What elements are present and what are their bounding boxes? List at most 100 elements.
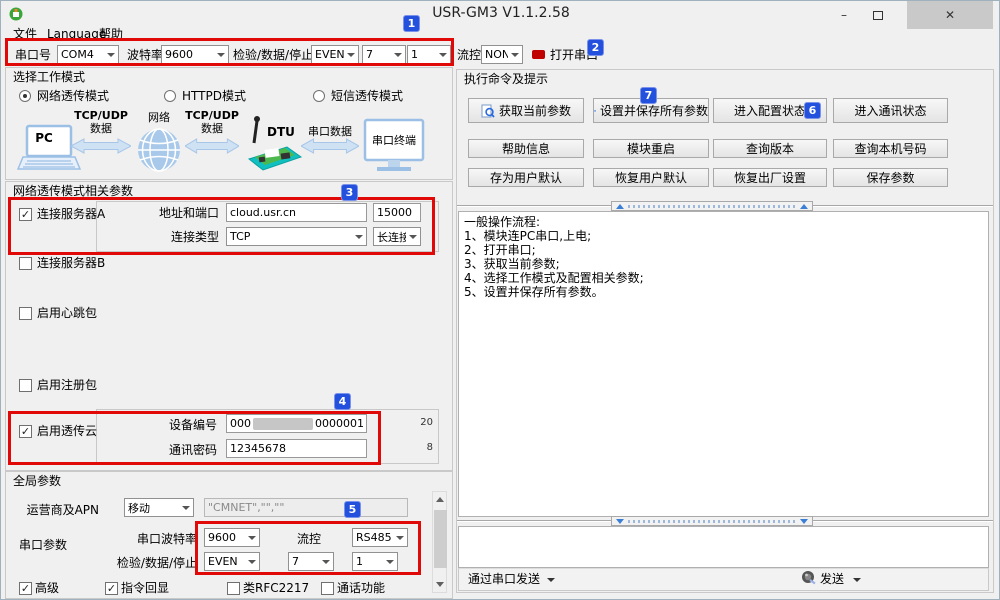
radio-httpd-mode[interactable] bbox=[164, 90, 176, 102]
baud-label: 波特率 bbox=[127, 47, 163, 63]
maximize-button[interactable] bbox=[863, 3, 893, 27]
redacted-block bbox=[253, 418, 313, 430]
conn-mode-select[interactable]: 长连接 bbox=[373, 227, 421, 246]
cloud-checkbox[interactable] bbox=[19, 425, 32, 438]
heartbeat-checkbox[interactable] bbox=[19, 307, 32, 320]
radio-net-transparent-label[interactable]: 网络透传模式 bbox=[37, 88, 109, 104]
floppy-save-icon bbox=[594, 104, 596, 118]
baud-select[interactable]: 9600 bbox=[161, 45, 229, 64]
parity-select[interactable]: EVEN bbox=[311, 45, 359, 64]
call-checkbox[interactable] bbox=[321, 582, 334, 595]
server-a-checkbox[interactable] bbox=[19, 208, 32, 221]
regpack-checkbox[interactable] bbox=[19, 379, 32, 392]
radio-net-transparent-mode[interactable] bbox=[19, 90, 31, 102]
menu-help[interactable]: 帮助 bbox=[95, 26, 127, 42]
link1-label: TCP/UDP数据 bbox=[73, 109, 129, 135]
call-label[interactable]: 通话功能 bbox=[337, 580, 385, 596]
parity-label: 检验/数据/停止 bbox=[233, 47, 313, 63]
annotation-badge-6: 6 bbox=[804, 102, 821, 119]
splitter-handle-bottom[interactable] bbox=[611, 516, 813, 526]
chevron-down-icon[interactable] bbox=[853, 578, 861, 582]
conn-type-select[interactable]: TCP bbox=[226, 227, 367, 246]
radio-httpd-label[interactable]: HTTPD模式 bbox=[182, 88, 246, 104]
echo-checkbox[interactable] bbox=[105, 582, 118, 595]
comm-password-length: 8 bbox=[405, 442, 433, 453]
module-restart-button[interactable]: 模块重启 bbox=[593, 139, 709, 158]
send-input-area[interactable] bbox=[458, 526, 989, 568]
conn-type-label: 连接类型 bbox=[151, 229, 219, 245]
get-params-button[interactable]: 获取当前参数 bbox=[468, 98, 584, 123]
arrow-mid-icon bbox=[185, 138, 239, 154]
chevron-down-icon[interactable] bbox=[547, 578, 555, 582]
query-version-button[interactable]: 查询版本 bbox=[713, 139, 827, 158]
server-b-label[interactable]: 连接服务器B bbox=[37, 255, 105, 271]
echo-label[interactable]: 指令回显 bbox=[121, 580, 169, 596]
g-stopbits-select[interactable]: 1 bbox=[352, 552, 398, 571]
server-address-input[interactable]: cloud.usr.cn bbox=[226, 203, 367, 222]
app-window: USR-GM3 V1.1.2.58 – ✕ 文件 Language 帮助 串口号… bbox=[0, 0, 1000, 600]
menu-file[interactable]: 文件 bbox=[9, 26, 41, 42]
server-a-label[interactable]: 连接服务器A bbox=[37, 206, 105, 222]
factory-reset-button[interactable]: 恢复出厂设置 bbox=[713, 168, 827, 187]
server-b-checkbox[interactable] bbox=[19, 257, 32, 270]
device-id-input[interactable]: 0000000001 bbox=[226, 414, 367, 433]
splitter-up-icon bbox=[616, 204, 624, 209]
scroll-up-icon[interactable] bbox=[433, 493, 446, 506]
cloud-label[interactable]: 启用透传云 bbox=[37, 423, 97, 439]
regpack-label[interactable]: 启用注册包 bbox=[37, 377, 97, 393]
instruction-line: 3、获取当前参数; bbox=[464, 257, 644, 271]
commands-header: 执行命令及提示 bbox=[464, 71, 548, 87]
splitter-handle-top[interactable] bbox=[611, 201, 813, 211]
carrier-select[interactable]: 移动 bbox=[124, 498, 194, 517]
radio-sms-label[interactable]: 短信透传模式 bbox=[331, 88, 403, 104]
dtu-module-icon bbox=[243, 113, 303, 173]
minimize-button[interactable]: – bbox=[829, 3, 859, 27]
scroll-down-icon[interactable] bbox=[433, 578, 446, 591]
databits-select[interactable]: 7 bbox=[362, 45, 406, 64]
port-select[interactable]: COM4 bbox=[57, 45, 119, 64]
advanced-label[interactable]: 高级 bbox=[35, 580, 59, 596]
save-user-default-button[interactable]: 存为用户默认 bbox=[468, 168, 584, 187]
splitter-dots bbox=[628, 205, 796, 208]
maximize-icon bbox=[873, 11, 883, 20]
splitter-up-icon bbox=[800, 204, 808, 209]
g-flow-label: 流控 bbox=[297, 531, 321, 547]
instructions-text: 一般操作流程: 1、模块连PC串口,上电; 2、打开串口; 3、获取当前参数; … bbox=[464, 215, 644, 299]
instruction-line: 2、打开串口; bbox=[464, 243, 644, 257]
g-databits-select[interactable]: 7 bbox=[288, 552, 334, 571]
global-params-scrollbar[interactable] bbox=[432, 491, 447, 593]
stopbits-select[interactable]: 1 bbox=[407, 45, 451, 64]
restore-user-default-button[interactable]: 恢复用户默认 bbox=[593, 168, 709, 187]
splitter-down-icon bbox=[800, 519, 808, 524]
save-params-button[interactable]: 保存参数 bbox=[833, 168, 948, 187]
comm-password-label: 通讯密码 bbox=[153, 442, 217, 458]
open-port-indicator-icon bbox=[532, 50, 545, 59]
g-baud-select[interactable]: 9600 bbox=[204, 528, 260, 547]
advanced-checkbox[interactable] bbox=[19, 582, 32, 595]
splitter-dots bbox=[628, 520, 796, 523]
comm-password-input[interactable]: 12345678 bbox=[226, 439, 367, 458]
flow-select[interactable]: NONE bbox=[481, 45, 523, 64]
arrow-right-icon bbox=[301, 138, 359, 154]
rfc2217-checkbox[interactable] bbox=[227, 582, 240, 595]
chevron-down-icon bbox=[406, 228, 420, 245]
scrollbar-thumb[interactable] bbox=[434, 510, 447, 568]
radio-sms-mode[interactable] bbox=[313, 90, 325, 102]
annotation-badge-4: 4 bbox=[334, 393, 351, 410]
g-parity-select[interactable]: EVEN bbox=[204, 552, 260, 571]
rfc2217-label[interactable]: 类RFC2217 bbox=[243, 580, 309, 596]
heartbeat-label[interactable]: 启用心跳包 bbox=[37, 305, 97, 321]
terminal-label: 串口终端 bbox=[369, 133, 419, 149]
send-via-serial-button[interactable]: 通过串口发送 bbox=[468, 571, 540, 587]
close-button[interactable]: ✕ bbox=[907, 1, 993, 29]
send-button[interactable]: 发送 bbox=[820, 571, 844, 587]
server-port-input[interactable]: 15000 bbox=[373, 203, 421, 222]
work-mode-header: 选择工作模式 bbox=[13, 69, 85, 85]
g-flow-select[interactable]: RS485 bbox=[352, 528, 408, 547]
help-info-button[interactable]: 帮助信息 bbox=[468, 139, 584, 158]
chevron-down-icon bbox=[179, 499, 193, 516]
link2-label: TCP/UDP数据 bbox=[183, 109, 241, 135]
enter-comm-state-button[interactable]: 进入通讯状态 bbox=[833, 98, 948, 123]
dtu-label: DTU bbox=[267, 124, 295, 140]
query-number-button[interactable]: 查询本机号码 bbox=[833, 139, 948, 158]
